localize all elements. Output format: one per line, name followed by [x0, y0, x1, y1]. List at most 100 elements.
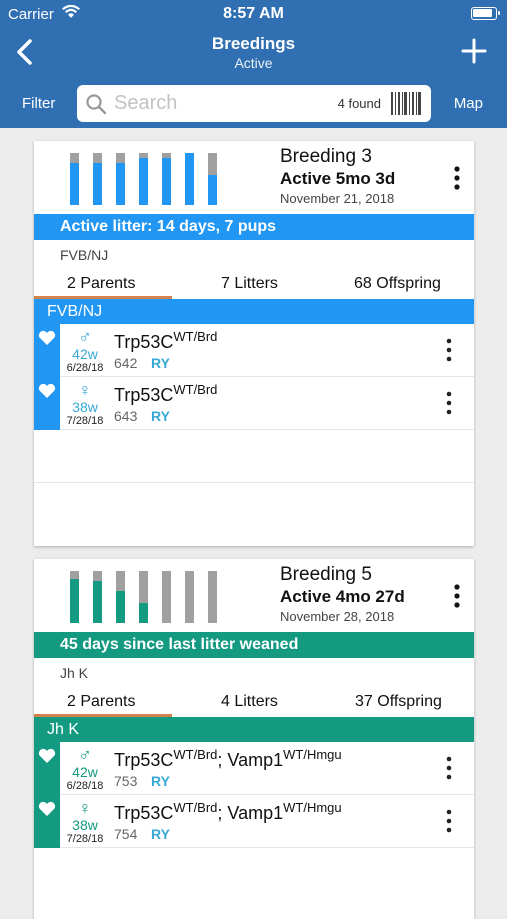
- litter-bars: [70, 571, 220, 623]
- more-options-icon[interactable]: [446, 391, 452, 415]
- litter-bar: [93, 571, 102, 623]
- male-icon: ♂: [78, 327, 92, 347]
- parent-age: 42w: [72, 346, 98, 362]
- litter-bar-fill: [139, 603, 148, 623]
- breeding-status: Active 4mo 27d: [280, 587, 405, 606]
- litter-bar-fill: [93, 163, 102, 205]
- litter-bar-fill: [70, 579, 79, 623]
- parent-row[interactable]: ♀ 38w 7/28/18 Trp53CWT/Brd; Vamp1WT/Hmgu…: [34, 795, 474, 848]
- breeding-tabs: 2 Parents 4 Litters 37 Offspring: [34, 693, 474, 719]
- parent-tag: RY: [151, 408, 170, 424]
- breeding-title: Breeding 3: [280, 146, 372, 167]
- litter-bar: [116, 153, 125, 205]
- litter-bar: [116, 571, 125, 623]
- litter-bar-fill: [185, 153, 194, 205]
- litter-bar-fill: [162, 158, 171, 205]
- litter-bar: [208, 153, 217, 205]
- male-icon: ♂: [78, 745, 92, 765]
- tab-offspring[interactable]: 37 Offspring: [355, 693, 442, 711]
- parent-dob: 7/28/18: [66, 833, 104, 845]
- tab-parents[interactable]: 2 Parents: [67, 693, 135, 711]
- parent-age: 38w: [72, 817, 98, 833]
- strain-group-header: FVB/NJ: [34, 299, 474, 324]
- litter-bar-fill: [93, 581, 102, 623]
- strain-label: Jh K: [60, 665, 89, 681]
- heart-icon[interactable]: [38, 383, 56, 399]
- breeding-card[interactable]: Breeding 5 Active 4mo 27d November 28, 2…: [34, 559, 474, 919]
- parent-age: 38w: [72, 399, 98, 415]
- search-bar[interactable]: Search 4 found: [77, 85, 431, 122]
- parent-id: 754: [114, 826, 138, 842]
- parent-row[interactable]: ♀ 38w 7/28/18 Trp53CWT/Brd 643 RY: [34, 377, 474, 430]
- breeding-status: Active 5mo 3d: [280, 169, 396, 188]
- parent-row[interactable]: ♂ 42w 6/28/18 Trp53CWT/Brd; Vamp1WT/Hmgu…: [34, 742, 474, 795]
- nav-header: Carrier 8:57 AM Breedings Active Filter …: [0, 0, 507, 128]
- search-icon: [86, 94, 107, 115]
- breeding-title: Breeding 5: [280, 564, 372, 585]
- parent-genotype: Trp53CWT/Brd: [114, 382, 218, 405]
- more-options-icon[interactable]: [454, 584, 460, 608]
- tab-offspring[interactable]: 68 Offspring: [354, 275, 441, 293]
- map-button[interactable]: Map: [454, 95, 483, 112]
- parent-id: 753: [114, 773, 138, 789]
- litter-bar-fill: [208, 175, 217, 205]
- parent-age: 42w: [72, 764, 98, 780]
- tab-litters[interactable]: 4 Litters: [221, 693, 278, 711]
- more-options-icon[interactable]: [446, 756, 452, 780]
- heart-icon[interactable]: [38, 748, 56, 764]
- parent-row[interactable]: ♂ 42w 6/28/18 Trp53CWT/Brd 642 RY: [34, 324, 474, 377]
- litter-bar: [70, 571, 79, 623]
- parent-tag: RY: [151, 355, 170, 371]
- results-count: 4 found: [337, 96, 381, 111]
- heart-icon[interactable]: [38, 330, 56, 346]
- parent-dob: 6/28/18: [66, 362, 104, 374]
- litter-bar-fill: [139, 158, 148, 205]
- litter-bar: [70, 153, 79, 205]
- parent-id: 643: [114, 408, 138, 424]
- more-options-icon[interactable]: [446, 338, 452, 362]
- litter-bar: [162, 571, 171, 623]
- parent-genotype: Trp53CWT/Brd; Vamp1WT/Hmgu: [114, 747, 342, 770]
- strain-label: FVB/NJ: [60, 247, 109, 263]
- litter-bar-fill: [70, 163, 79, 205]
- litter-bar: [162, 153, 171, 205]
- barcode-scan-icon[interactable]: [390, 91, 422, 116]
- litter-bar: [185, 571, 194, 623]
- add-icon[interactable]: [461, 38, 487, 64]
- breeding-card[interactable]: Breeding 3 Active 5mo 3d November 21, 20…: [34, 141, 474, 546]
- breeding-date: November 21, 2018: [280, 191, 395, 206]
- female-icon: ♀: [78, 380, 92, 400]
- strain-group-header: Jh K: [34, 717, 474, 742]
- heart-icon[interactable]: [38, 801, 56, 817]
- more-options-icon[interactable]: [454, 166, 460, 190]
- parent-tag: RY: [151, 826, 170, 842]
- litter-bar: [208, 571, 217, 623]
- litter-bar-fill: [116, 591, 125, 623]
- more-options-icon[interactable]: [446, 809, 452, 833]
- litter-bar: [139, 571, 148, 623]
- parent-genotype: Trp53CWT/Brd; Vamp1WT/Hmgu: [114, 800, 342, 823]
- status-banner: Active litter: 14 days, 7 pups: [34, 214, 474, 240]
- parent-tag: RY: [151, 773, 170, 789]
- page-title: Breedings: [211, 34, 296, 53]
- page-subtitle: Active: [234, 55, 273, 71]
- empty-row: [34, 430, 474, 483]
- status-time: 8:57 AM: [223, 5, 284, 22]
- tab-litters[interactable]: 7 Litters: [221, 275, 278, 293]
- litter-bar: [185, 153, 194, 205]
- empty-row: [34, 483, 474, 536]
- litter-bar: [139, 153, 148, 205]
- breeding-tabs: 2 Parents 7 Litters 68 Offspring: [34, 275, 474, 301]
- parent-dob: 6/28/18: [66, 780, 104, 792]
- parent-genotype: Trp53CWT/Brd: [114, 329, 218, 352]
- search-input[interactable]: Search: [114, 92, 177, 115]
- litter-bar-fill: [116, 163, 125, 205]
- litter-bar: [93, 153, 102, 205]
- status-banner: 45 days since last litter weaned: [34, 632, 474, 658]
- parent-id: 642: [114, 355, 138, 371]
- battery-icon: [471, 7, 500, 20]
- tab-parents[interactable]: 2 Parents: [67, 275, 135, 293]
- filter-button[interactable]: Filter: [22, 95, 55, 112]
- female-icon: ♀: [78, 798, 92, 818]
- litter-bars: [70, 153, 220, 205]
